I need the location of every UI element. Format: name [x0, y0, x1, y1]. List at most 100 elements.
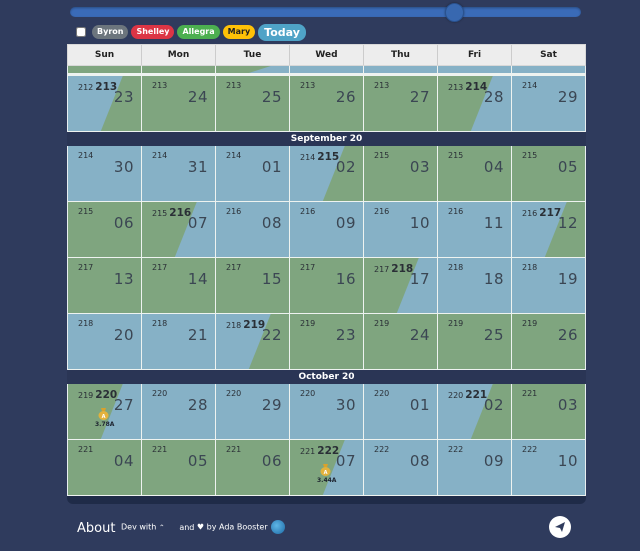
day-number: 25 [483, 326, 504, 344]
calendar-bottom-bar [67, 496, 586, 504]
calendar-cell[interactable]: 217 13 [68, 258, 142, 314]
calendar-cell[interactable] [290, 66, 364, 74]
calendar-cell[interactable]: 217 14 [142, 258, 216, 314]
svg-text:A: A [102, 414, 106, 420]
block-number: 220 [374, 389, 390, 398]
block-number: 217 [78, 263, 94, 272]
calendar-cell[interactable]: 218 21 [142, 314, 216, 370]
calendar-cell[interactable]: 222 10 [512, 440, 585, 496]
day-number: 05 [187, 452, 208, 470]
cell-background [438, 66, 511, 73]
day-number: 28 [187, 396, 208, 414]
calendar-cell[interactable]: 213 24 [142, 76, 216, 132]
calendar-cell[interactable]: 216 09 [290, 202, 364, 258]
ada-booster-logo-icon[interactable] [271, 520, 286, 534]
calendar-cell[interactable]: 222 09 [438, 440, 512, 496]
calendar-cell[interactable]: 218 20 [68, 314, 142, 370]
day-number: 11 [483, 214, 504, 232]
calendar-cell[interactable]: 216 10 [364, 202, 438, 258]
calendar-cell[interactable]: 215 03 [364, 146, 438, 202]
calendar-cell[interactable]: 220 30 [290, 384, 364, 440]
calendar-cell[interactable]: 215 216 07 [142, 202, 216, 258]
calendar-cell[interactable] [438, 66, 512, 74]
calendar-cell[interactable]: 215 04 [438, 146, 512, 202]
calendar-cell[interactable] [216, 66, 290, 74]
calendar-cell[interactable] [68, 66, 142, 74]
calendar-cell[interactable]: 218 18 [438, 258, 512, 314]
day-number: 03 [557, 396, 578, 414]
calendar-cell[interactable]: 220 28 [142, 384, 216, 440]
calendar-cell[interactable] [142, 66, 216, 74]
money-bag-icon[interactable]: A [98, 407, 109, 420]
day-number: 06 [261, 452, 282, 470]
legend-chip-mary[interactable]: Mary [222, 25, 256, 39]
calendar-cell[interactable]: 221 222 07 A 3.44A [290, 440, 364, 496]
calendar-cell[interactable]: 221 04 [68, 440, 142, 496]
calendar-cell[interactable]: 213 27 [364, 76, 438, 132]
calendar-cell[interactable]: 220 01 [364, 384, 438, 440]
block-number: 215 [522, 151, 538, 160]
calendar-cell[interactable] [512, 66, 585, 74]
calendar-cell[interactable]: 217 16 [290, 258, 364, 314]
legend-chip-allegra[interactable]: Allegra [177, 25, 220, 39]
calendar-cell[interactable]: 216 08 [216, 202, 290, 258]
week-row: 219 220 27 A 3.78A 220 28 220 29 220 30 220 01 220 221… [67, 384, 586, 440]
block-number: 218 [152, 319, 168, 328]
heart-icon: ♥ [196, 522, 205, 532]
calendar-cell[interactable]: 213 25 [216, 76, 290, 132]
reward-value: 3.44A [317, 477, 337, 484]
calendar-cell[interactable]: 220 29 [216, 384, 290, 440]
calendar-cell[interactable]: 221 03 [512, 384, 585, 440]
calendar-cell[interactable]: 214 215 02 [290, 146, 364, 202]
calendar-cell[interactable]: 219 24 [364, 314, 438, 370]
calendar-cell[interactable]: 218 19 [512, 258, 585, 314]
about-link[interactable]: About [77, 521, 115, 536]
calendar-cell[interactable]: 219 23 [290, 314, 364, 370]
today-button[interactable]: Today [258, 23, 306, 41]
day-number: 05 [557, 158, 578, 176]
legend-checkbox[interactable] [76, 27, 86, 37]
weekday-fri: Fri [438, 45, 512, 65]
weekday-thu: Thu [364, 45, 438, 65]
day-number: 30 [113, 158, 134, 176]
calendar-cell[interactable]: 221 05 [142, 440, 216, 496]
calendar-cell[interactable]: 219 25 [438, 314, 512, 370]
dev-credit: Dev with ⌃ and ♥ by Ada Booster [121, 520, 286, 534]
day-number: 30 [335, 396, 356, 414]
legend-chip-byron[interactable]: Byron [92, 25, 129, 39]
weekday-sat: Sat [540, 50, 557, 60]
calendar-cell[interactable]: 214 01 [216, 146, 290, 202]
legend-chip-shelley[interactable]: Shelley [131, 25, 175, 39]
slider-thumb[interactable] [445, 3, 465, 22]
week-row: 214 30 214 31 214 01 214 215 02 215 03 215 04 215 05 [67, 146, 586, 202]
day-number: 22 [261, 326, 282, 344]
calendar-cell[interactable]: 215 06 [68, 202, 142, 258]
calendar-cell[interactable]: 219 26 [512, 314, 585, 370]
calendar-cell[interactable]: 215 05 [512, 146, 585, 202]
cell-background [142, 66, 215, 73]
calendar-cell[interactable]: 214 30 [68, 146, 142, 202]
block-number: 219 [300, 319, 316, 328]
calendar-cell[interactable]: 219 220 27 A 3.78A [68, 384, 142, 440]
calendar-cell[interactable]: 217 15 [216, 258, 290, 314]
calendar-cell[interactable]: 214 29 [512, 76, 585, 132]
calendar-cell[interactable]: 216 11 [438, 202, 512, 258]
calendar-cell[interactable]: 222 08 [364, 440, 438, 496]
money-bag-icon[interactable]: A [320, 463, 331, 476]
calendar-cell[interactable]: 216 217 12 [512, 202, 585, 258]
date-range-slider[interactable] [70, 3, 581, 22]
day-number: 02 [483, 396, 504, 414]
calendar-cell[interactable]: 217 218 17 [364, 258, 438, 314]
block-number: 216 217 [522, 207, 562, 219]
calendar-cell[interactable]: 220 221 02 [438, 384, 512, 440]
block-number: 221 [226, 445, 242, 454]
calendar-cell[interactable]: 218 219 22 [216, 314, 290, 370]
calendar-cell[interactable]: 221 06 [216, 440, 290, 496]
calendar-cell[interactable]: 213 26 [290, 76, 364, 132]
calendar-cell[interactable] [364, 66, 438, 74]
send-button[interactable] [549, 516, 571, 538]
calendar-cell[interactable]: 214 31 [142, 146, 216, 202]
calendar-cell[interactable]: 213 214 28 [438, 76, 512, 132]
calendar-cell[interactable]: 212 213 23 [68, 76, 142, 132]
block-number: 215 [448, 151, 464, 160]
